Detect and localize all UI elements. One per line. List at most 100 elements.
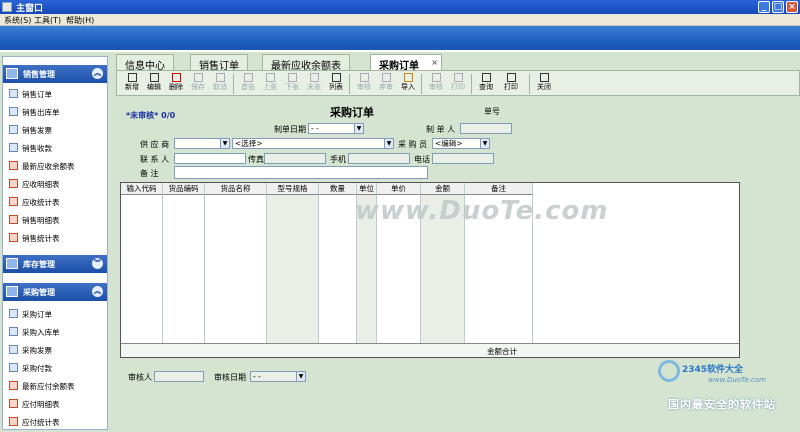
print-button[interactable]: 打印 bbox=[497, 73, 525, 95]
supplier-code-field[interactable]: ▼ bbox=[174, 138, 230, 149]
menu-help[interactable]: 帮助(H) bbox=[66, 15, 94, 26]
close-form-button[interactable]: 关闭 bbox=[533, 73, 555, 95]
header-banner bbox=[0, 26, 800, 52]
phone-field[interactable] bbox=[432, 153, 494, 164]
column-header[interactable]: 货品名称 bbox=[205, 183, 267, 195]
document-icon bbox=[9, 309, 18, 318]
chevron-down-icon[interactable]: ▼ bbox=[296, 372, 305, 381]
delete-icon bbox=[171, 73, 181, 82]
column-header[interactable]: 数量 bbox=[319, 183, 357, 195]
binoculars-icon bbox=[481, 73, 491, 82]
auditor-label: 审核人 bbox=[128, 373, 152, 382]
list-button[interactable]: 列表 bbox=[325, 73, 347, 95]
collapse-icon[interactable]: ︽ bbox=[92, 286, 103, 297]
close-button[interactable]: × bbox=[786, 1, 798, 13]
menu-tools[interactable]: 工具(T) bbox=[34, 15, 61, 26]
last-icon bbox=[309, 73, 319, 82]
report-icon bbox=[9, 399, 18, 408]
edit-icon bbox=[149, 73, 159, 82]
watermark: www.DuoTe.com bbox=[355, 196, 609, 226]
report-icon bbox=[9, 179, 18, 188]
import-button[interactable]: 导入 bbox=[397, 73, 419, 95]
edit-button[interactable]: 编辑 bbox=[143, 73, 165, 95]
supplier-label: 供 应 商 bbox=[140, 140, 170, 149]
supplier-select[interactable]: <选择> ▼ bbox=[232, 138, 394, 149]
column-header[interactable]: 单位 bbox=[357, 183, 377, 195]
toolbar: 新增 编辑 删除 保存 取消 首张 上张 下张 末张 列表 审核 弃审 导入 审… bbox=[116, 70, 800, 96]
unaudit-icon bbox=[381, 73, 391, 82]
grid-footer: 金额合计 bbox=[121, 343, 739, 357]
print-setup-icon bbox=[453, 73, 463, 82]
document-icon bbox=[9, 327, 18, 336]
audit-button[interactable]: 审核 bbox=[353, 73, 375, 95]
menu-system[interactable]: 系统(S) bbox=[4, 15, 31, 26]
auditor-field[interactable] bbox=[154, 371, 204, 382]
remark-label: 备 注 bbox=[140, 169, 159, 178]
delete-button[interactable]: 删除 bbox=[165, 73, 187, 95]
total-label: 金额合计 bbox=[487, 347, 517, 356]
sidebar-group-sales[interactable]: 销售管理 ︽ bbox=[3, 65, 107, 83]
unaudit-button[interactable]: 弃审 bbox=[375, 73, 397, 95]
list-icon bbox=[331, 73, 341, 82]
site-logo: 2345软件大全 www.DuoTe.com 国内最安全的软件站 bbox=[652, 356, 800, 432]
audit-icon bbox=[359, 73, 369, 82]
date-picker[interactable]: - - ▼ bbox=[308, 123, 364, 134]
toolbar-separator bbox=[349, 74, 350, 94]
exit-icon bbox=[539, 73, 549, 82]
next-button[interactable]: 下张 bbox=[281, 73, 303, 95]
sidebar: 销售管理 ︽ 销售订单 销售出库单 销售发票 销售收款 最新应收余额表 应收明细… bbox=[2, 56, 108, 430]
mobile-field[interactable] bbox=[348, 153, 410, 164]
audit-date-picker[interactable]: - - ▼ bbox=[250, 371, 306, 382]
title-bar: 主窗口 _ □ × bbox=[0, 0, 800, 14]
prev-icon bbox=[265, 73, 275, 82]
column-header[interactable]: 单价 bbox=[377, 183, 421, 195]
toolbar-separator bbox=[421, 74, 422, 94]
column-header[interactable]: 型号规格 bbox=[267, 183, 319, 195]
column-header[interactable]: 货品编码 bbox=[163, 183, 205, 195]
report-icon bbox=[9, 161, 18, 170]
first-button[interactable]: 首张 bbox=[237, 73, 259, 95]
cancel-button[interactable]: 取消 bbox=[209, 73, 231, 95]
minimize-button[interactable]: _ bbox=[758, 1, 770, 13]
save-button[interactable]: 保存 bbox=[187, 73, 209, 95]
tab-info-center[interactable]: 信息中心 bbox=[116, 54, 174, 72]
expand-icon[interactable]: ︾ bbox=[92, 258, 103, 269]
toolbar-separator bbox=[471, 74, 472, 94]
review-icon bbox=[431, 73, 441, 82]
sidebar-group-purchase[interactable]: 采购管理 ︽ bbox=[3, 283, 107, 301]
maker-field[interactable] bbox=[460, 123, 512, 134]
tab-receivable-balance[interactable]: 最新应收余额表 bbox=[262, 54, 350, 72]
chevron-down-icon[interactable]: ▼ bbox=[220, 139, 229, 148]
print-setup-button[interactable]: 打印 bbox=[447, 73, 469, 95]
sidebar-group-inventory[interactable]: 库存管理 ︾ bbox=[3, 255, 107, 273]
chevron-down-icon[interactable]: ▼ bbox=[480, 139, 489, 148]
report-icon bbox=[9, 233, 18, 242]
chevron-down-icon[interactable]: ▼ bbox=[354, 124, 363, 133]
buyer-select[interactable]: <编辑> ▼ bbox=[432, 138, 490, 149]
tab-sales-order[interactable]: 销售订单 bbox=[190, 54, 248, 72]
collapse-icon[interactable]: ︽ bbox=[92, 68, 103, 79]
new-button[interactable]: 新增 bbox=[121, 73, 143, 95]
next-icon bbox=[287, 73, 297, 82]
mobile-label: 手机 bbox=[330, 155, 346, 164]
contact-field[interactable] bbox=[174, 153, 246, 164]
chevron-down-icon[interactable]: ▼ bbox=[384, 139, 393, 148]
printer-icon bbox=[506, 73, 516, 82]
remark-field[interactable] bbox=[174, 166, 428, 179]
column-header[interactable]: 输入代码 bbox=[121, 183, 163, 195]
report-icon bbox=[9, 417, 18, 426]
prev-button[interactable]: 上张 bbox=[259, 73, 281, 95]
sales-icon bbox=[6, 68, 18, 79]
column-header[interactable]: 备注 bbox=[465, 183, 533, 195]
tab-close-icon[interactable]: × bbox=[431, 58, 438, 67]
query-button[interactable]: 查询 bbox=[475, 73, 497, 95]
review-button[interactable]: 审核 bbox=[425, 73, 447, 95]
last-button[interactable]: 末张 bbox=[303, 73, 325, 95]
app-icon bbox=[2, 2, 12, 12]
maximize-button[interactable]: □ bbox=[772, 1, 784, 13]
tab-purchase-order[interactable]: 采购订单 × bbox=[370, 54, 442, 72]
fax-field[interactable] bbox=[264, 153, 326, 164]
purchase-icon bbox=[6, 286, 18, 297]
column-header[interactable]: 金额 bbox=[421, 183, 465, 195]
doc-no-label: 单号 bbox=[484, 107, 500, 116]
